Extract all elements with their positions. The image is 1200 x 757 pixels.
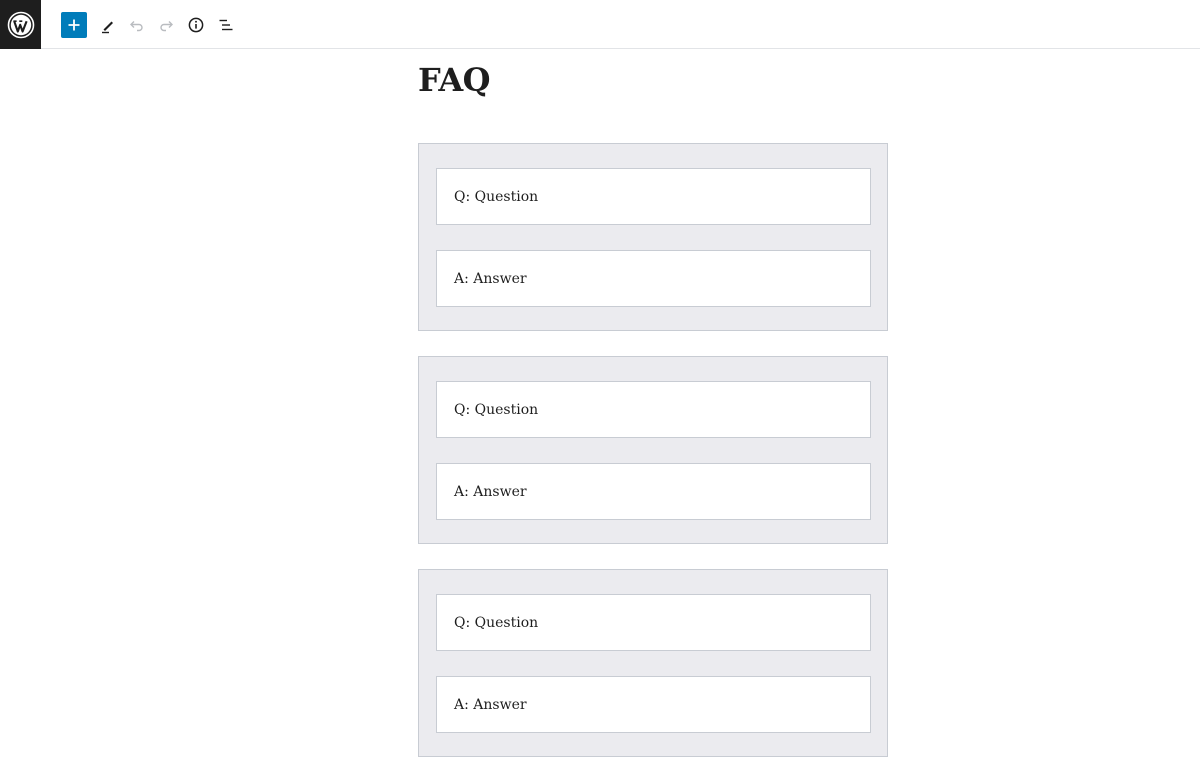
redo-button[interactable] [153, 12, 179, 38]
list-view-icon [219, 19, 233, 31]
faq-item-block[interactable]: Q: Question A: Answer [418, 569, 888, 757]
pencil-icon [102, 21, 113, 34]
faq-answer-field[interactable]: A: Answer [436, 463, 871, 520]
faq-item-block[interactable]: Q: Question A: Answer [418, 143, 888, 331]
page-title[interactable]: FAQ [418, 59, 491, 101]
faq-question-field[interactable]: Q: Question [436, 594, 871, 651]
add-block-button[interactable] [61, 12, 87, 38]
edit-mode-button[interactable] [95, 12, 121, 38]
details-button[interactable] [183, 12, 209, 38]
redo-icon [160, 21, 173, 32]
faq-item-block[interactable]: Q: Question A: Answer [418, 356, 888, 544]
faq-question-field[interactable]: Q: Question [436, 168, 871, 225]
list-view-button[interactable] [213, 12, 239, 38]
editor-toolbar [0, 0, 1200, 49]
faq-answer-field[interactable]: A: Answer [436, 250, 871, 307]
wordpress-logo-icon[interactable] [0, 0, 41, 49]
plus-icon [68, 19, 80, 31]
info-icon [188, 17, 204, 33]
faq-question-field[interactable]: Q: Question [436, 381, 871, 438]
faq-answer-field[interactable]: A: Answer [436, 676, 871, 733]
undo-button[interactable] [124, 12, 150, 38]
undo-icon [130, 21, 143, 32]
